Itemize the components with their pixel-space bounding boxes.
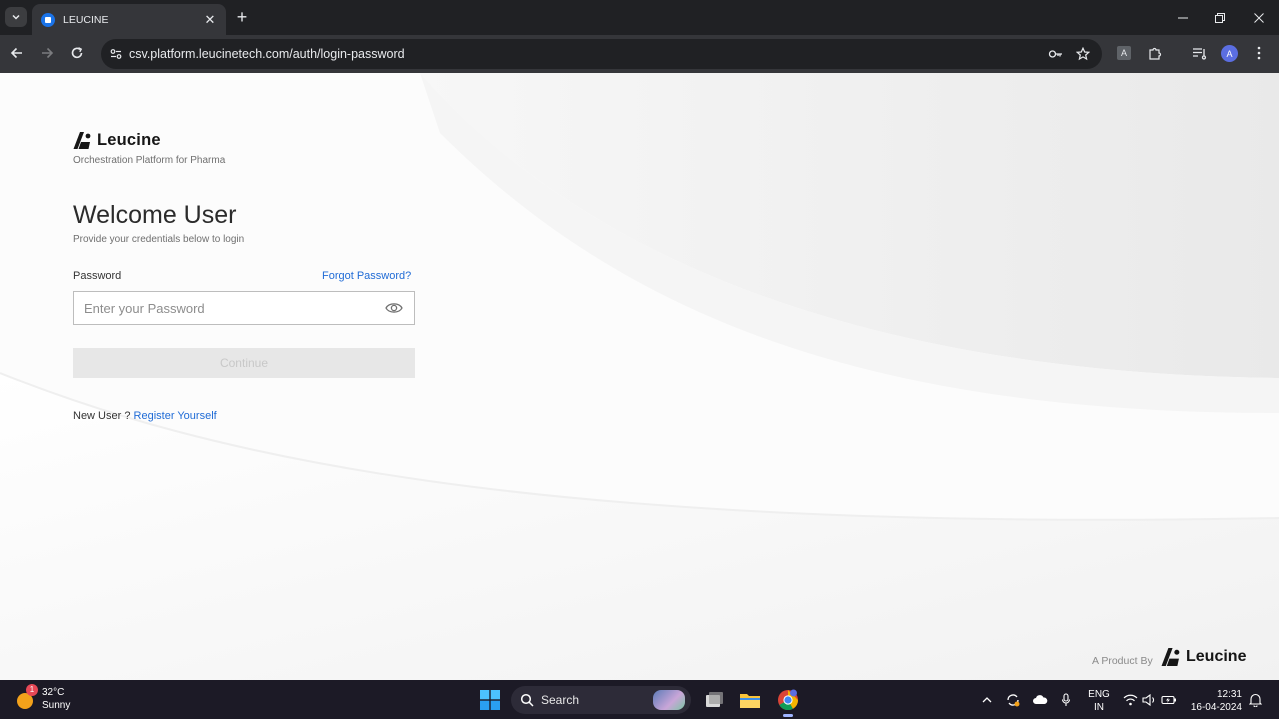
system-clock[interactable]: 12:31 16-04-2024 — [1188, 688, 1242, 714]
task-view-icon[interactable] — [702, 688, 726, 712]
password-label: Password — [73, 270, 122, 282]
brand-name: Leucine — [97, 131, 161, 149]
minimize-window-icon[interactable] — [1173, 8, 1193, 28]
reload-icon[interactable] — [67, 43, 87, 63]
translate-extension-icon[interactable]: A — [1115, 44, 1133, 62]
url-text: csv.platform.leucinetech.com/auth/login-… — [129, 47, 405, 61]
onedrive-cloud-icon[interactable] — [1032, 692, 1048, 708]
password-field — [73, 291, 415, 325]
browser-toolbar: csv.platform.leucinetech.com/auth/login-… — [0, 35, 1279, 73]
brand-tagline: Orchestration Platform for Pharma — [73, 155, 226, 166]
restore-window-icon[interactable] — [1210, 8, 1230, 28]
password-key-icon[interactable] — [1047, 45, 1065, 63]
forgot-password-link[interactable]: Forgot Password? — [322, 270, 411, 282]
sun-weather-icon: 1 — [15, 684, 38, 710]
language-indicator[interactable]: ENG IN — [1087, 688, 1111, 714]
continue-button[interactable]: Continue — [73, 348, 415, 378]
site-info-icon[interactable] — [107, 45, 125, 63]
show-hidden-icons-chevron-up-icon[interactable] — [979, 692, 995, 708]
windows-taskbar: 1 32°C Sunny Search ENG IN 12:31 16-04-2… — [0, 680, 1279, 719]
sync-update-icon[interactable] — [1005, 692, 1021, 708]
close-window-icon[interactable] — [1249, 8, 1269, 28]
leucine-favicon-icon — [41, 12, 55, 27]
page-title: Welcome User — [73, 201, 237, 229]
tab-close-icon[interactable]: ✕ — [202, 12, 218, 28]
chrome-app-icon[interactable] — [776, 688, 800, 712]
reading-list-icon[interactable] — [1190, 44, 1208, 62]
leucine-logo-icon — [1161, 648, 1180, 666]
leucine-logo-icon — [73, 132, 91, 149]
address-bar[interactable]: csv.platform.leucinetech.com/auth/login-… — [101, 39, 1102, 69]
taskbar-search-box[interactable]: Search — [511, 686, 691, 714]
search-label: Search — [541, 693, 580, 707]
clock-time: 12:31 — [1216, 689, 1242, 700]
new-tab-plus-icon[interactable]: + — [233, 8, 251, 26]
show-password-eye-icon[interactable] — [384, 298, 404, 318]
register-yourself-link[interactable]: Register Yourself — [134, 410, 217, 422]
microphone-icon[interactable] — [1058, 692, 1074, 708]
region-code: IN — [1094, 702, 1104, 713]
brand-logo: Leucine — [73, 131, 161, 150]
back-arrow-icon[interactable] — [7, 43, 27, 63]
new-user-text: New User ? — [73, 410, 131, 422]
password-input[interactable] — [74, 292, 384, 324]
extensions-puzzle-icon[interactable] — [1146, 44, 1164, 62]
weather-desc: Sunny — [42, 700, 71, 711]
notification-bell-icon[interactable] — [1247, 692, 1263, 708]
weather-temp: 32°C — [42, 687, 65, 698]
profile-avatar[interactable]: A — [1221, 45, 1238, 62]
wifi-icon[interactable] — [1122, 692, 1138, 708]
file-explorer-icon[interactable] — [738, 688, 762, 712]
weather-badge: 1 — [26, 684, 38, 696]
windows-start-icon[interactable] — [480, 690, 500, 710]
volume-speaker-icon[interactable] — [1141, 692, 1157, 708]
bookmark-star-icon[interactable] — [1074, 45, 1092, 63]
login-page: Leucine Orchestration Platform for Pharm… — [0, 73, 1279, 680]
chevron-down-icon — [12, 14, 20, 20]
active-app-indicator — [783, 714, 793, 717]
weather-widget[interactable]: 1 32°C Sunny — [15, 684, 71, 712]
forward-arrow-icon[interactable] — [37, 43, 57, 63]
new-user-row: New User ? Register Yourself — [73, 410, 217, 422]
footer-product-by: A Product By — [1092, 655, 1153, 667]
page-subtitle: Provide your credentials below to login — [73, 234, 245, 245]
search-icon — [520, 693, 534, 707]
browser-tab-active[interactable]: LEUCINE ✕ — [32, 4, 226, 35]
tab-search-button[interactable] — [5, 7, 27, 27]
browser-menu-kebab-icon[interactable] — [1250, 44, 1268, 62]
search-highlight-art — [653, 690, 685, 710]
footer-brand: Leucine — [1161, 648, 1246, 666]
language-code: ENG — [1088, 689, 1110, 700]
tab-title: LEUCINE — [63, 13, 109, 26]
battery-charging-icon[interactable] — [1161, 692, 1177, 708]
footer-brand-name: Leucine — [1186, 648, 1247, 665]
clock-date: 16-04-2024 — [1190, 702, 1242, 713]
browser-tab-bar: LEUCINE ✕ + — [0, 0, 1279, 35]
